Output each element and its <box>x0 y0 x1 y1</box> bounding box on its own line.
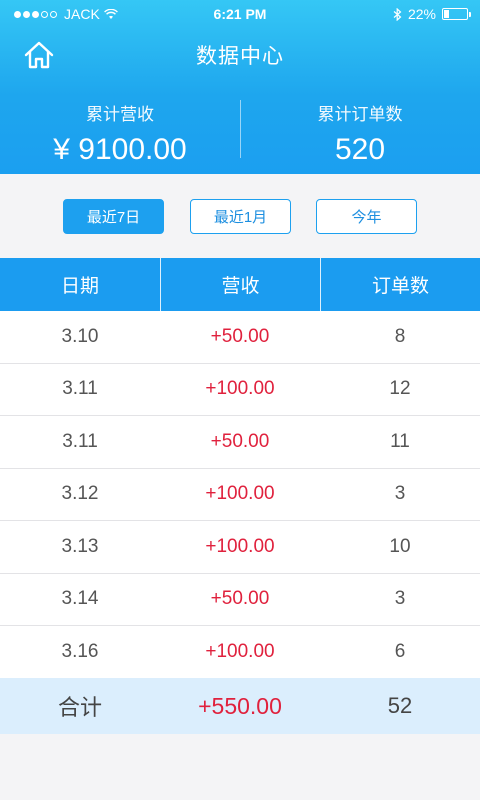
row-orders: 3 <box>394 588 406 610</box>
battery-percent: 22% <box>407 6 436 22</box>
row-date: 3.16 <box>61 640 99 662</box>
row-revenue: +50.00 <box>210 430 270 452</box>
table-row: 3.13 +100.00 10 <box>0 521 480 574</box>
date-filter-bar: 最近7日 最近1月 今年 <box>0 174 480 258</box>
total-revenue: +550.00 <box>198 692 282 719</box>
row-date: 3.10 <box>61 325 99 347</box>
row-revenue: +50.00 <box>210 325 270 347</box>
bluetooth-icon <box>393 7 402 21</box>
battery-icon <box>442 8 471 20</box>
table-row: 3.16 +100.00 6 <box>0 626 480 679</box>
table-row: 3.14 +50.00 3 <box>0 573 480 626</box>
battery-fill <box>444 10 450 18</box>
row-date: 3.13 <box>61 535 99 557</box>
total-revenue-value: ¥ 9100.00 <box>53 133 187 166</box>
row-orders: 11 <box>390 430 410 452</box>
row-revenue: +100.00 <box>205 378 275 400</box>
total-revenue-stat: 累计营收 ¥ 9100.00 <box>0 100 240 167</box>
row-revenue: +50.00 <box>210 588 270 610</box>
table-row: 3.11 +100.00 12 <box>0 363 480 416</box>
table-row: 3.10 +50.00 8 <box>0 311 480 364</box>
filter-this-year-button[interactable]: 今年 <box>316 199 417 234</box>
column-header-date: 日期 <box>60 276 99 297</box>
total-orders-value: 520 <box>334 133 386 166</box>
filter-last-7-days-button[interactable]: 最近7日 <box>63 199 164 234</box>
row-orders: 10 <box>389 535 411 557</box>
row-orders: 6 <box>394 640 406 662</box>
total-label: 合计 <box>57 695 102 720</box>
total-orders-label: 累计订单数 <box>317 105 403 124</box>
row-date: 3.14 <box>61 588 99 610</box>
row-orders: 3 <box>394 483 406 505</box>
row-revenue: +100.00 <box>205 483 275 505</box>
table-row: 3.11 +50.00 11 <box>0 416 480 469</box>
table-row: 3.12 +100.00 3 <box>0 468 480 521</box>
page-title: 数据中心 <box>196 45 284 68</box>
row-orders: 12 <box>389 378 411 400</box>
filter-last-1-month-button[interactable]: 最近1月 <box>190 199 291 234</box>
row-date: 3.11 <box>62 378 98 400</box>
column-header-revenue: 营收 <box>160 258 320 311</box>
total-revenue-label: 累计营收 <box>86 105 154 124</box>
row-revenue: +100.00 <box>205 535 275 557</box>
total-row: 合计 +550.00 52 <box>0 678 480 734</box>
row-orders: 8 <box>394 325 406 347</box>
status-right: 22% <box>393 6 471 22</box>
column-header-orders: 订单数 <box>320 258 480 311</box>
total-orders: 52 <box>387 693 413 718</box>
header: JACK 6:21 PM 22% 数据中心 累计营收 ¥ 9100.00 累计订… <box>0 0 480 174</box>
row-date: 3.12 <box>61 483 99 505</box>
total-orders-stat: 累计订单数 520 <box>240 100 480 167</box>
row-revenue: +100.00 <box>205 640 275 662</box>
table-header: 日期 营收 订单数 <box>0 258 480 311</box>
status-bar: JACK 6:21 PM 22% <box>0 0 480 28</box>
row-date: 3.11 <box>62 430 98 452</box>
table-body: 3.10 +50.00 8 3.11 +100.00 12 3.11 +50.0… <box>0 311 480 679</box>
